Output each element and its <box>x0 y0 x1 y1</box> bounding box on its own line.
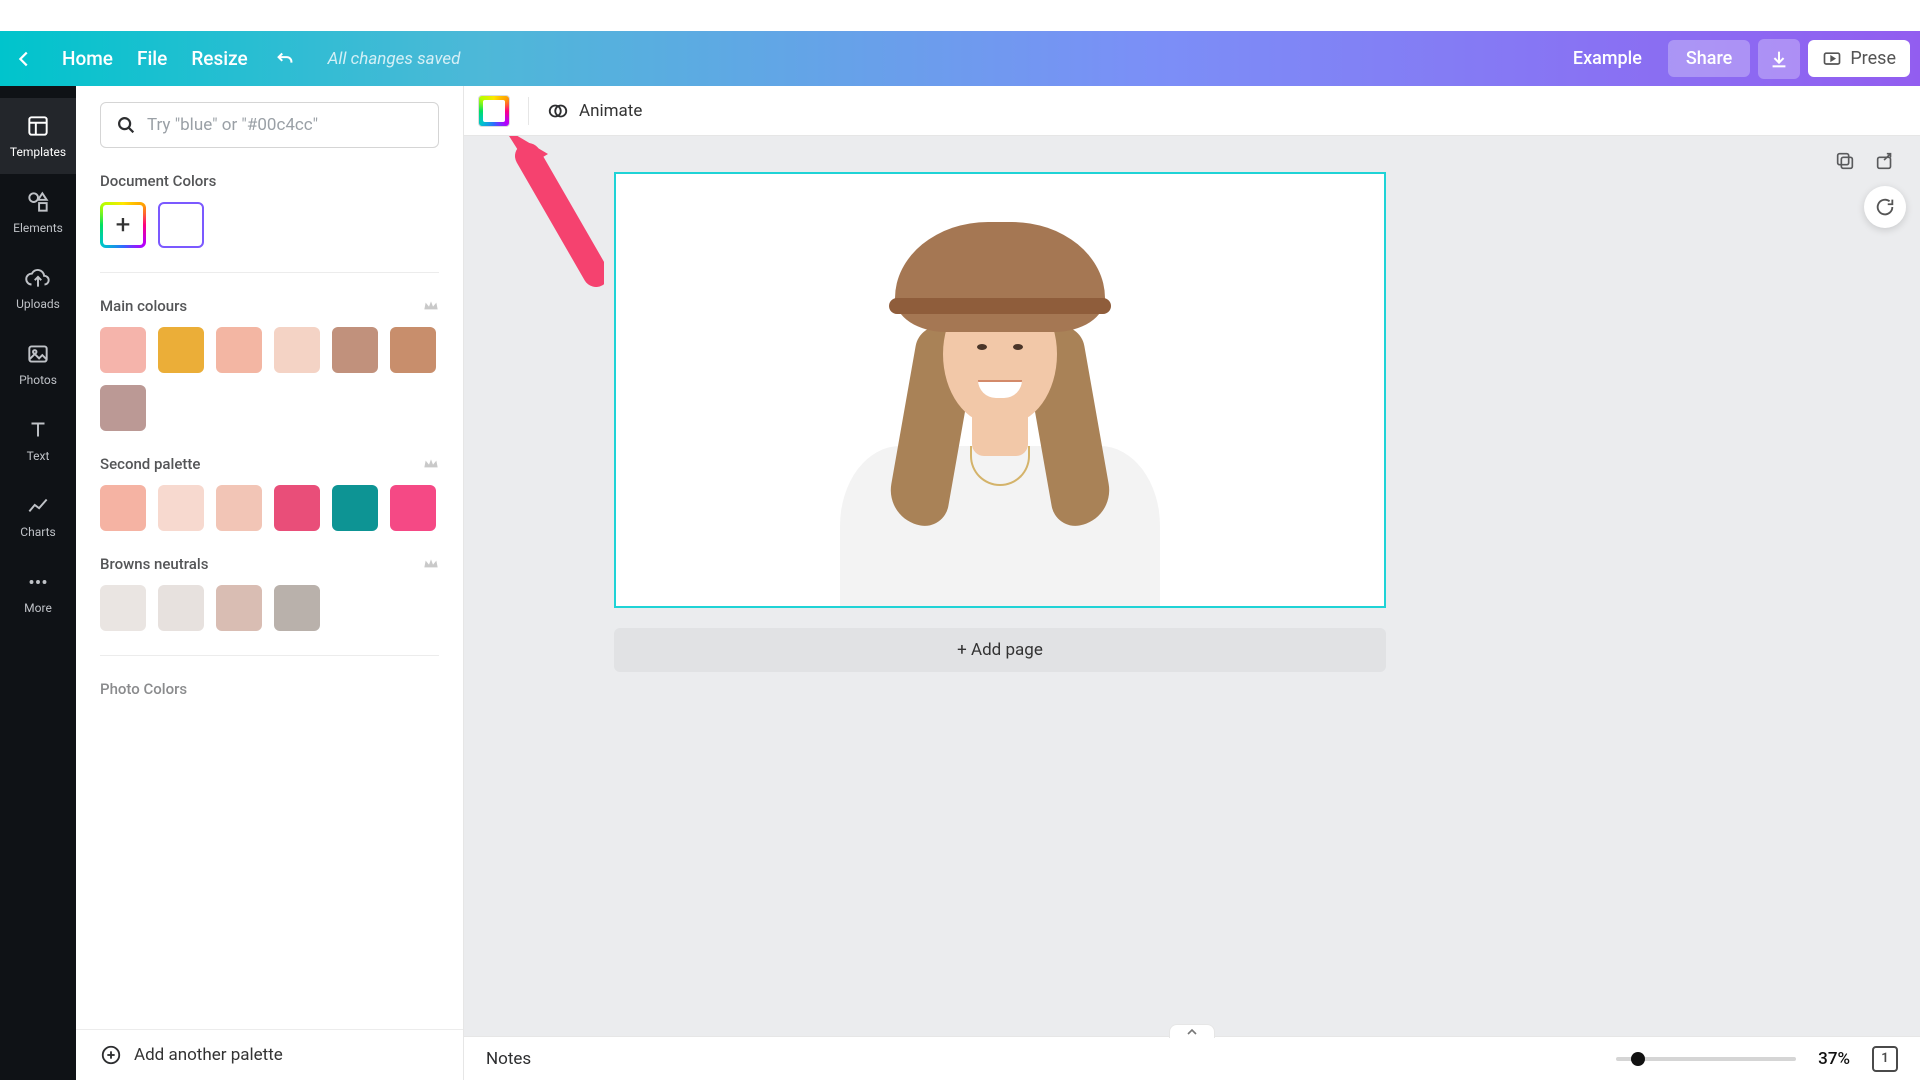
chevron-up-icon <box>1186 1028 1198 1036</box>
save-status: All changes saved <box>328 49 461 69</box>
second-swatch-2[interactable] <box>216 485 262 531</box>
annotation-arrow <box>484 136 604 302</box>
main-swatch-0[interactable] <box>100 327 146 373</box>
animate-icon <box>547 100 569 122</box>
second-swatch-1[interactable] <box>158 485 204 531</box>
elements-icon <box>25 189 51 215</box>
zoom-slider[interactable] <box>1616 1057 1796 1061</box>
second-palette-title: Second palette <box>100 455 200 473</box>
undo-button[interactable] <box>272 46 298 72</box>
color-panel: Document Colors + Main colours Second pa… <box>76 86 464 1080</box>
app-header: Home File Resize All changes saved Examp… <box>0 31 1920 86</box>
main-swatch-1[interactable] <box>158 327 204 373</box>
search-icon <box>115 114 137 136</box>
main-swatch-3[interactable] <box>274 327 320 373</box>
animate-button[interactable]: Animate <box>547 100 642 122</box>
text-icon <box>25 417 51 443</box>
person-image[interactable] <box>840 206 1160 606</box>
main-swatch-6[interactable] <box>100 385 146 431</box>
swatch-white[interactable] <box>158 202 204 248</box>
browns-swatch-3[interactable] <box>274 585 320 631</box>
color-search-input[interactable] <box>147 115 424 135</box>
nav-text[interactable]: Text <box>0 402 76 478</box>
download-button[interactable] <box>1758 39 1800 79</box>
notes-button[interactable]: Notes <box>486 1049 531 1069</box>
nav-charts-label: Charts <box>20 525 55 539</box>
background-color-button[interactable] <box>478 95 510 127</box>
nav-more[interactable]: More <box>0 554 76 630</box>
left-nav: Templates Elements Uploads Photos Text C… <box>0 86 76 1080</box>
home-link[interactable]: Home <box>62 47 113 70</box>
browns-swatch-2[interactable] <box>216 585 262 631</box>
add-palette-label: Add another palette <box>134 1045 283 1065</box>
example-label[interactable]: Example <box>1555 40 1660 77</box>
present-button[interactable]: Prese <box>1808 40 1910 77</box>
main-swatch-4[interactable] <box>332 327 378 373</box>
nav-templates-label: Templates <box>10 145 66 159</box>
color-search[interactable] <box>100 102 439 148</box>
nav-text-label: Text <box>27 449 50 463</box>
second-swatch-0[interactable] <box>100 485 146 531</box>
top-spacer <box>0 0 1920 31</box>
nav-photos[interactable]: Photos <box>0 326 76 402</box>
share-button[interactable]: Share <box>1668 40 1750 77</box>
resize-button[interactable]: Resize <box>191 47 247 70</box>
canvas-area: + Add page <box>464 136 1920 1036</box>
browns-swatch-0[interactable] <box>100 585 146 631</box>
crown-icon <box>423 299 439 313</box>
page-indicator[interactable]: 1 <box>1872 1046 1898 1072</box>
nav-uploads-label: Uploads <box>16 297 60 311</box>
photos-icon <box>25 341 51 367</box>
nav-elements-label: Elements <box>13 221 63 235</box>
refresh-button[interactable] <box>1864 186 1906 228</box>
notes-toggle[interactable] <box>1169 1024 1215 1038</box>
zoom-percent[interactable]: 37% <box>1818 1049 1850 1069</box>
second-swatch-5[interactable] <box>390 485 436 531</box>
nav-templates[interactable]: Templates <box>0 98 76 174</box>
second-swatch-4[interactable] <box>332 485 378 531</box>
duplicate-page-button[interactable] <box>1834 150 1856 172</box>
export-page-button[interactable] <box>1874 150 1896 172</box>
nav-more-label: More <box>24 601 52 615</box>
zoom-thumb[interactable] <box>1631 1052 1645 1066</box>
canvas-toolbar: Animate <box>464 86 1920 136</box>
canvas-page[interactable] <box>614 172 1386 608</box>
main-swatch-5[interactable] <box>390 327 436 373</box>
uploads-icon <box>25 265 51 291</box>
file-menu[interactable]: File <box>137 47 167 70</box>
nav-elements[interactable]: Elements <box>0 174 76 250</box>
nav-photos-label: Photos <box>19 373 57 387</box>
nav-uploads[interactable]: Uploads <box>0 250 76 326</box>
back-button[interactable] <box>10 45 38 73</box>
charts-icon <box>25 493 51 519</box>
add-palette-button[interactable]: Add another palette <box>76 1029 463 1080</box>
photo-colors-title: Photo Colors <box>100 680 439 698</box>
nav-charts[interactable]: Charts <box>0 478 76 554</box>
add-color-button[interactable]: + <box>100 202 146 248</box>
crown-icon <box>423 457 439 471</box>
animate-label: Animate <box>579 101 642 121</box>
document-colors-title: Document Colors <box>100 172 439 190</box>
more-icon <box>25 569 51 595</box>
browns-swatch-1[interactable] <box>158 585 204 631</box>
crown-icon <box>423 557 439 571</box>
main-swatch-2[interactable] <box>216 327 262 373</box>
notes-bar: Notes 37% 1 <box>464 1036 1920 1080</box>
main-colours-title: Main colours <box>100 297 187 315</box>
browns-neutrals-title: Browns neutrals <box>100 555 208 573</box>
templates-icon <box>25 113 51 139</box>
second-swatch-3[interactable] <box>274 485 320 531</box>
present-label: Prese <box>1850 48 1896 69</box>
add-page-button[interactable]: + Add page <box>614 628 1386 672</box>
palette-plus-icon <box>100 1044 122 1066</box>
